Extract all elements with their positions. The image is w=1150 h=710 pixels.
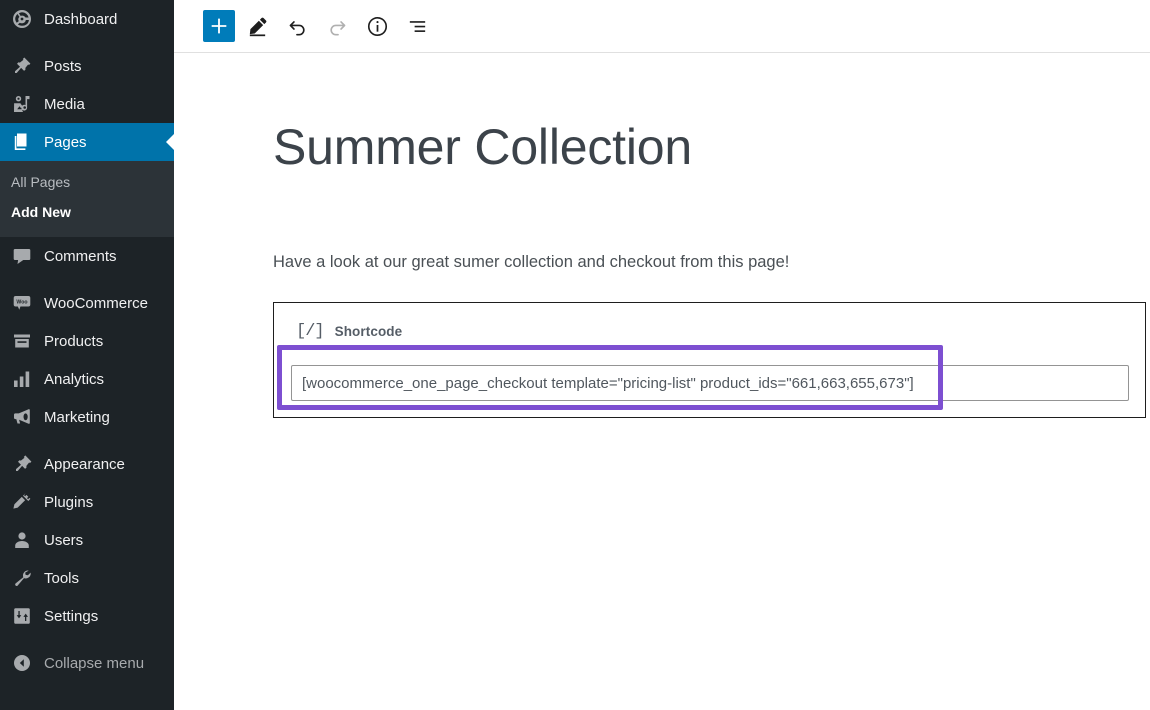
woocommerce-icon: Woo xyxy=(12,293,32,313)
settings-icon xyxy=(9,606,35,626)
undo-arrow-icon xyxy=(286,15,309,38)
analytics-icon xyxy=(12,369,32,389)
marketing-icon xyxy=(9,407,35,427)
plugins-icon xyxy=(9,492,35,512)
add-block-button[interactable] xyxy=(203,10,235,42)
submenu-item-all-pages[interactable]: All Pages xyxy=(0,167,174,197)
menu-divider xyxy=(0,38,174,47)
sidebar-item-label: Dashboard xyxy=(44,12,117,27)
sidebar-item-users[interactable]: Users xyxy=(0,521,174,559)
tools-icon xyxy=(9,568,35,588)
page-title[interactable]: Summer Collection xyxy=(273,119,1073,177)
collapse-menu-label: Collapse menu xyxy=(44,656,144,671)
products-icon xyxy=(12,331,32,351)
appearance-icon xyxy=(9,454,35,474)
comments-icon xyxy=(9,246,35,266)
plugins-icon xyxy=(12,492,32,512)
media-icon xyxy=(9,94,35,114)
admin-sidebar: Dashboard Posts Media Pages All PagesAdd New… xyxy=(0,0,174,710)
submenu-item-add-new[interactable]: Add New xyxy=(0,197,174,227)
collapse-left-icon xyxy=(12,653,32,673)
pages-icon xyxy=(12,132,32,152)
paragraph-block[interactable]: Have a look at our great sumer collectio… xyxy=(273,249,1093,275)
sidebar-item-label: Products xyxy=(44,334,103,349)
menu-divider xyxy=(0,635,174,644)
dashboard-icon xyxy=(12,9,32,29)
sidebar-item-dashboard[interactable]: Dashboard xyxy=(0,0,174,38)
sidebar-item-label: Analytics xyxy=(44,372,104,387)
collapse-left-icon xyxy=(9,653,35,673)
woocommerce-icon: Woo xyxy=(9,293,35,313)
undo-button[interactable] xyxy=(279,8,315,44)
sidebar-item-label: Users xyxy=(44,533,83,548)
wordpress-block-editor-screen: Dashboard Posts Media Pages All PagesAdd New… xyxy=(0,0,1150,710)
admin-menu: Dashboard Posts Media Pages All PagesAdd New… xyxy=(0,0,174,682)
shortcode-input[interactable] xyxy=(291,365,1129,401)
pages-submenu: All PagesAdd New xyxy=(0,161,174,237)
shortcode-block-label: Shortcode xyxy=(335,324,403,339)
sidebar-item-tools[interactable]: Tools xyxy=(0,559,174,597)
sidebar-item-media[interactable]: Media xyxy=(0,85,174,123)
redo-button xyxy=(319,8,355,44)
sidebar-item-products[interactable]: Products xyxy=(0,322,174,360)
sidebar-item-label: Marketing xyxy=(44,410,110,425)
details-button[interactable] xyxy=(359,8,395,44)
pencil-icon xyxy=(246,15,269,38)
settings-icon xyxy=(12,606,32,626)
pin-icon xyxy=(12,56,32,76)
comments-icon xyxy=(12,246,32,266)
users-icon xyxy=(9,530,35,550)
sidebar-item-appearance[interactable]: Appearance xyxy=(0,445,174,483)
sidebar-item-label: Settings xyxy=(44,609,98,624)
list-view-icon xyxy=(406,15,429,38)
plus-icon xyxy=(208,15,230,37)
sidebar-item-label: Comments xyxy=(44,249,117,264)
dashboard-icon xyxy=(9,9,35,29)
shortcode-icon: [/] xyxy=(296,322,324,341)
sidebar-item-label: Pages xyxy=(44,135,87,150)
shortcode-block-header: [/] Shortcode xyxy=(274,303,1145,341)
sidebar-item-plugins[interactable]: Plugins xyxy=(0,483,174,521)
list-view-button[interactable] xyxy=(399,8,435,44)
sidebar-item-label: Plugins xyxy=(44,495,93,510)
sidebar-item-woocommerce[interactable]: Woo WooCommerce xyxy=(0,284,174,322)
shortcode-block[interactable]: [/] Shortcode xyxy=(273,302,1146,418)
sidebar-item-label: Appearance xyxy=(44,457,125,472)
info-circle-icon xyxy=(366,15,389,38)
analytics-icon xyxy=(9,369,35,389)
sidebar-item-pages[interactable]: Pages xyxy=(0,123,174,161)
menu-divider xyxy=(0,275,174,284)
editor-top-toolbar xyxy=(174,0,1150,53)
svg-text:Woo: Woo xyxy=(16,300,27,306)
collapse-menu-button[interactable]: Collapse menu xyxy=(0,644,174,682)
sidebar-item-label: WooCommerce xyxy=(44,296,148,311)
sidebar-item-posts[interactable]: Posts xyxy=(0,47,174,85)
pages-icon xyxy=(9,132,35,152)
pin-icon xyxy=(9,56,35,76)
users-icon xyxy=(12,530,32,550)
products-icon xyxy=(9,331,35,351)
sidebar-item-analytics[interactable]: Analytics xyxy=(0,360,174,398)
tools-pencil-button[interactable] xyxy=(239,8,275,44)
appearance-icon xyxy=(12,454,32,474)
sidebar-item-settings[interactable]: Settings xyxy=(0,597,174,635)
sidebar-item-label: Posts xyxy=(44,59,82,74)
sidebar-item-comments[interactable]: Comments xyxy=(0,237,174,275)
sidebar-item-label: Media xyxy=(44,97,85,112)
redo-arrow-icon xyxy=(326,15,349,38)
sidebar-item-marketing[interactable]: Marketing xyxy=(0,398,174,436)
sidebar-item-label: Tools xyxy=(44,571,79,586)
tools-icon xyxy=(12,568,32,588)
editor-canvas: Summer Collection Have a look at our gre… xyxy=(174,53,1150,710)
media-icon xyxy=(12,94,32,114)
marketing-icon xyxy=(12,407,32,427)
menu-divider xyxy=(0,436,174,445)
